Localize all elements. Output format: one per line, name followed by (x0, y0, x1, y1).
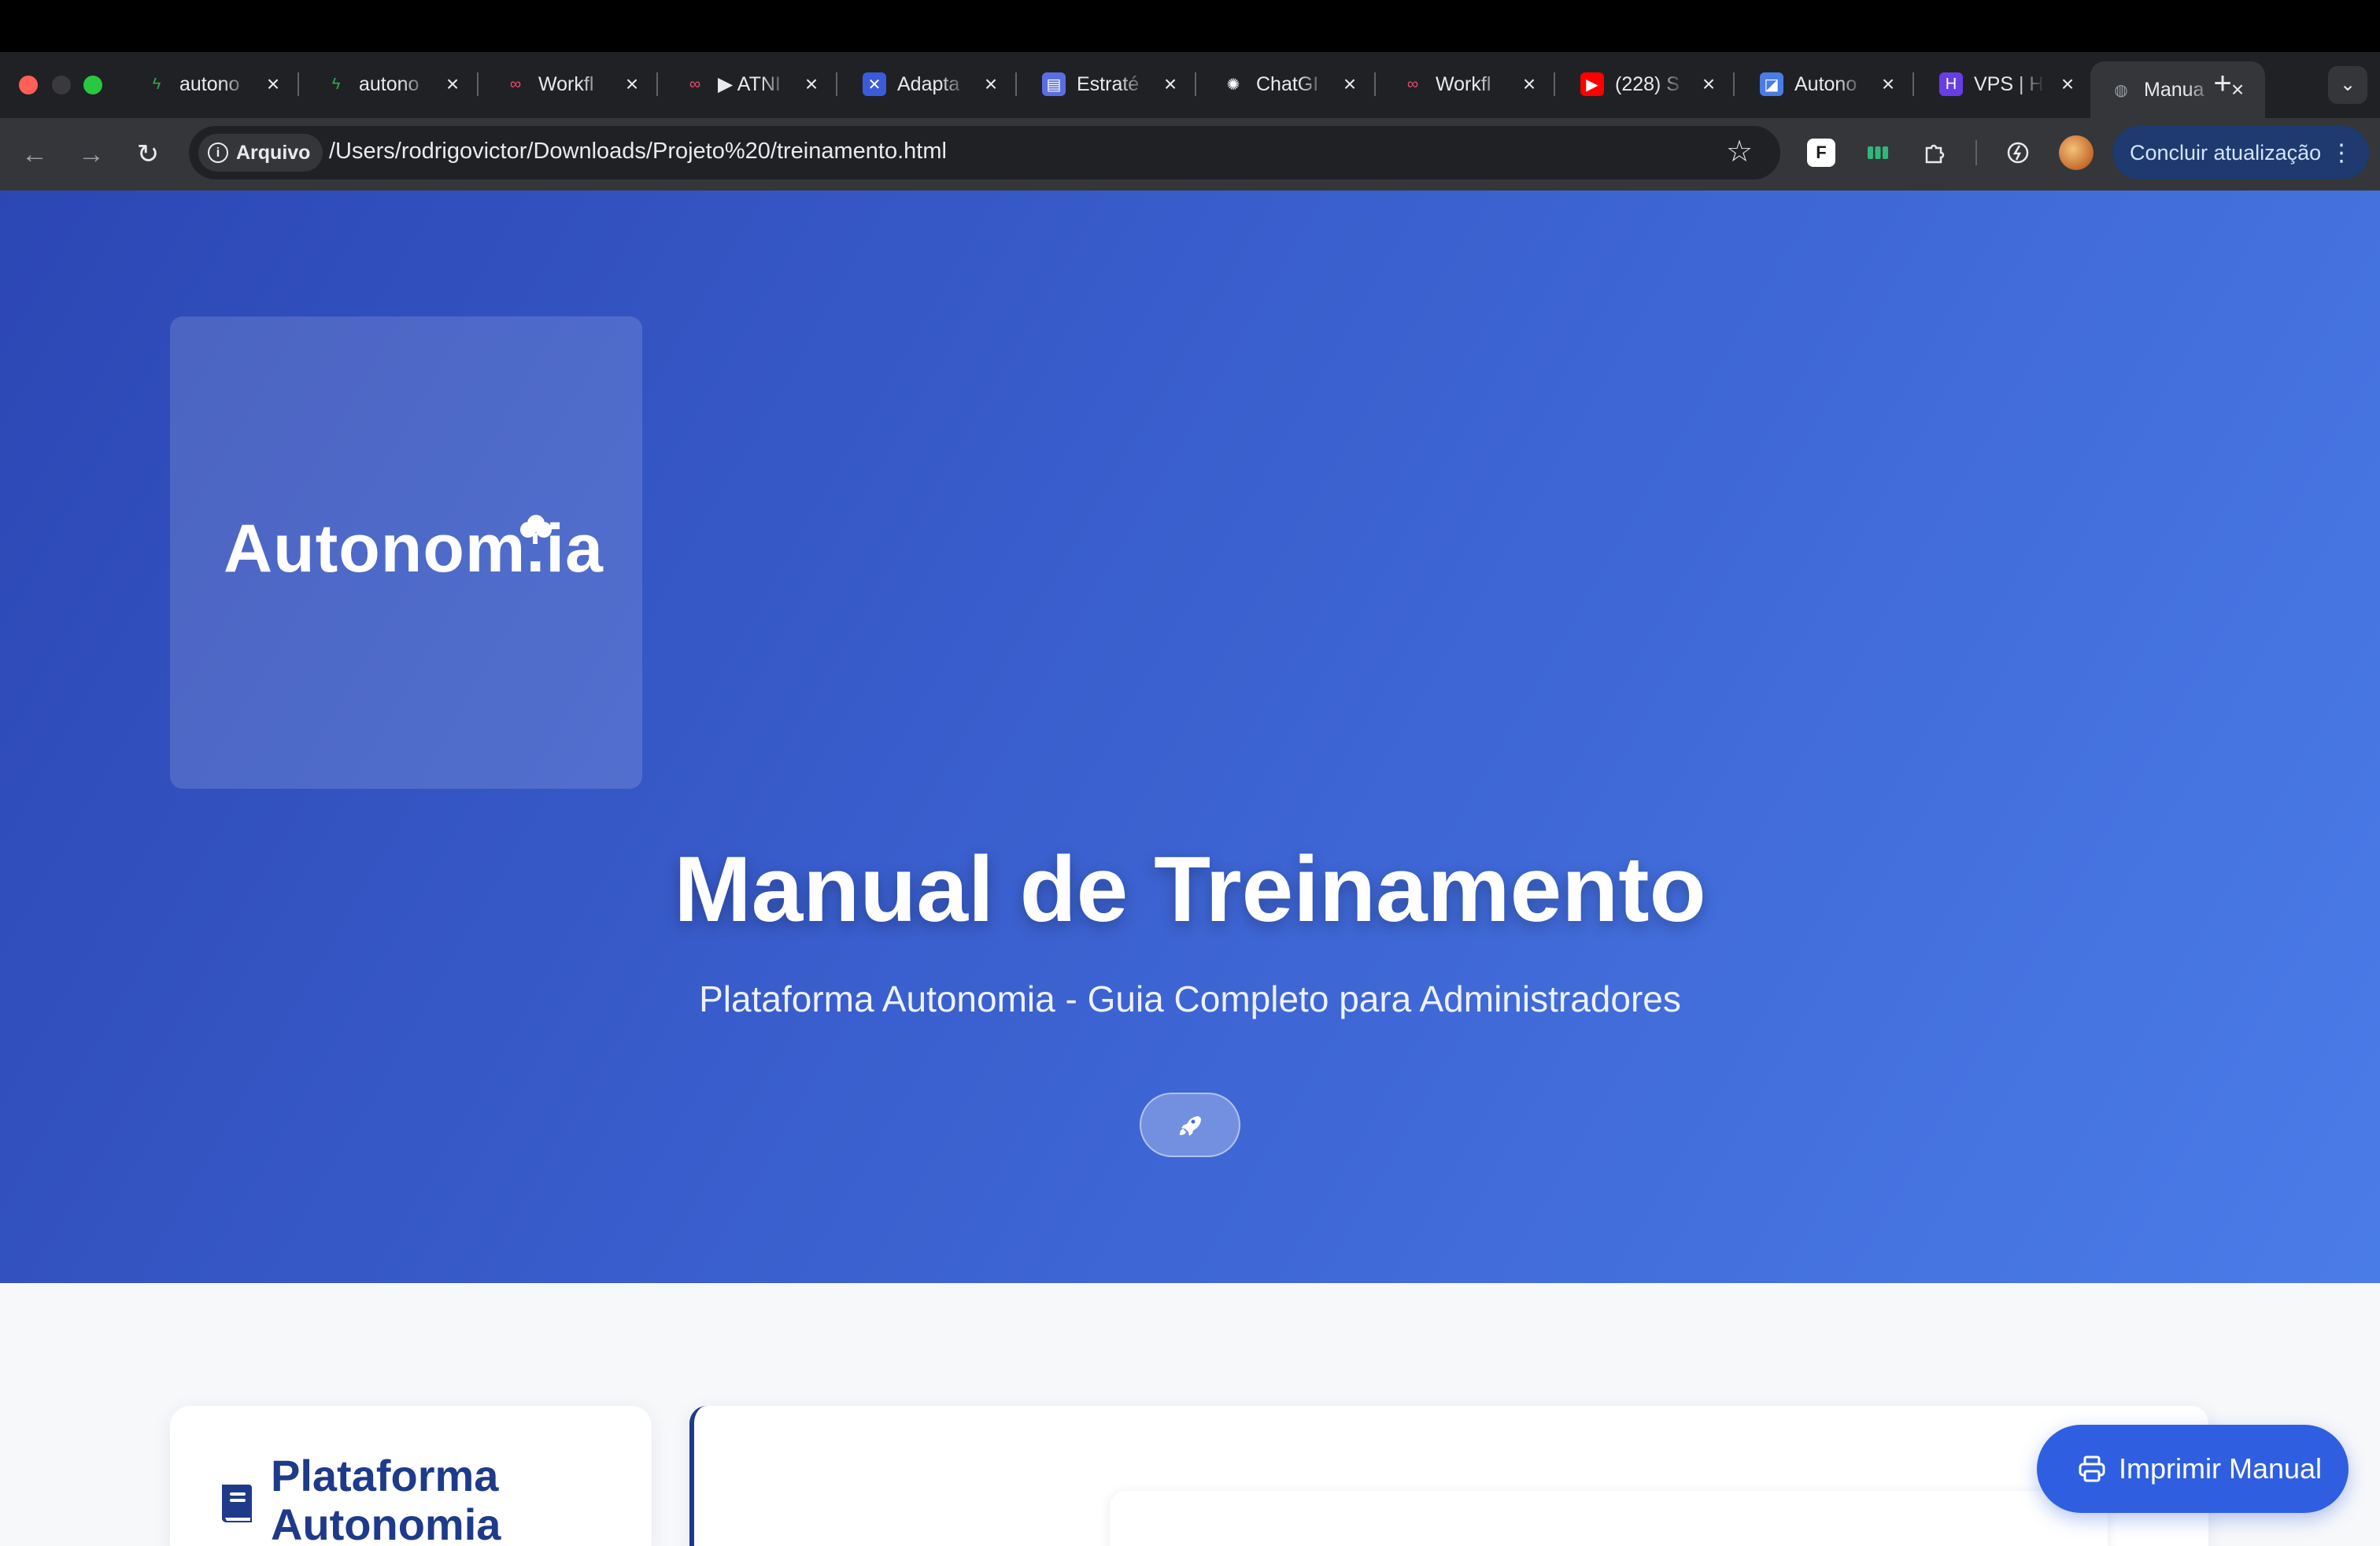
browser-tab[interactable]: ∞ Workfl × (485, 61, 650, 107)
tab-title: autono (359, 72, 419, 95)
tab-title: ▶ ATNI (718, 73, 781, 95)
tab-title: Adapta (897, 72, 960, 95)
update-button[interactable]: Concluir atualização ⋮ (2112, 126, 2369, 179)
book-icon (222, 1485, 252, 1523)
inner-card (1110, 1491, 2108, 1546)
close-tab-icon[interactable]: × (261, 72, 285, 97)
close-window-button[interactable] (19, 76, 38, 94)
close-tab-icon[interactable]: × (979, 72, 1003, 97)
rocket-badge[interactable] (1140, 1093, 1240, 1157)
tab-title: Autono (1794, 72, 1857, 95)
browser-tab[interactable]: ϟ autono × (126, 61, 291, 107)
bookmark-star-icon[interactable]: ☆ (1726, 134, 1753, 169)
info-icon: i (208, 142, 228, 163)
tab-title: ChatGI (1256, 72, 1319, 95)
close-tab-icon[interactable]: × (1338, 72, 1362, 97)
browser-tab[interactable]: ∞ Workfl × (1382, 61, 1547, 107)
browser-tab[interactable]: ϟ autono × (305, 61, 471, 107)
browser-tab[interactable]: ▶ (228) S × (1561, 61, 1727, 107)
app-icon: ◪ (1760, 72, 1783, 96)
site-info-label: Arquivo (236, 141, 311, 164)
n8n-icon: ∞ (1406, 75, 1419, 93)
browser-tab[interactable]: ✺ ChatGI × (1203, 61, 1368, 107)
back-button[interactable]: ← (16, 135, 54, 173)
tab-separator (1733, 72, 1735, 96)
close-tab-icon[interactable]: × (800, 72, 823, 97)
reload-button[interactable]: ↻ (129, 135, 167, 173)
browser-tab[interactable]: ▤ Estraté × (1023, 61, 1188, 107)
minimize-window-button[interactable] (52, 76, 71, 94)
tab-separator (656, 72, 658, 96)
print-manual-label: Imprimir Manual (2119, 1452, 2323, 1485)
doc-icon: ▤ (1042, 72, 1066, 96)
extension-bars-icon[interactable] (1864, 139, 1892, 167)
close-tab-icon[interactable]: × (2056, 72, 2079, 97)
tab-separator (298, 72, 299, 96)
tab-title: (228) S (1615, 72, 1680, 95)
tab-title: Workfl (538, 72, 594, 95)
globe-icon: ◍ (2114, 81, 2128, 99)
adapta-icon: ✕ (863, 72, 886, 96)
tab-title: VPS | H (1974, 72, 2044, 95)
tab-title: autono (179, 72, 240, 95)
tab-title: Manua (2144, 78, 2204, 101)
zoom-window-button[interactable] (83, 76, 102, 94)
close-tab-icon[interactable]: × (1159, 72, 1182, 97)
macos-menubar-area (0, 0, 2380, 52)
forward-button[interactable]: → (72, 135, 110, 173)
update-button-label: Concluir atualização (2130, 140, 2322, 165)
tab-separator (477, 72, 479, 96)
browser-tab[interactable]: H VPS | H × (1920, 61, 2086, 107)
site-info-chip[interactable]: i Arquivo (198, 134, 323, 172)
tab-separator (1554, 72, 1555, 96)
browser-tab[interactable]: ✕ Adapta × (844, 61, 1009, 107)
extension-f-icon[interactable]: F (1807, 139, 1835, 167)
n8n-icon: ∞ (689, 75, 701, 93)
printer-icon (2079, 1455, 2105, 1482)
performance-icon[interactable] (2004, 139, 2032, 167)
profile-avatar[interactable] (2059, 135, 2094, 170)
hostinger-icon: H (1939, 72, 1963, 96)
tab-separator (836, 72, 837, 96)
more-menu-icon[interactable]: ⋮ (2330, 139, 2353, 167)
tab-separator (1374, 72, 1376, 96)
close-tab-icon[interactable]: × (1517, 72, 1541, 97)
close-tab-icon[interactable]: × (620, 72, 644, 97)
openai-icon: ✺ (1221, 72, 1245, 96)
browser-tab[interactable]: ◪ Autono × (1741, 61, 1906, 107)
browser-tab[interactable]: ∞ ▶ ATNI × (664, 61, 830, 107)
bolt-icon: ϟ (152, 75, 161, 93)
url-text[interactable]: /Users/rodrigovictor/Downloads/Projeto%2… (329, 139, 947, 165)
logo-cloud-icon (520, 515, 552, 544)
bolt-icon: ϟ (331, 75, 341, 93)
tab-separator (1195, 72, 1196, 96)
close-tab-icon[interactable]: × (1876, 72, 1900, 97)
print-manual-button[interactable]: Imprimir Manual (2037, 1425, 2349, 1513)
new-tab-button[interactable]: + (2205, 66, 2240, 101)
page-title: Manual de Treinamento (674, 838, 1706, 941)
tab-separator (1913, 72, 1914, 96)
sidebar-title: Plataforma Autonomia (271, 1451, 501, 1546)
rocket-icon (1180, 1116, 1201, 1136)
tab-title: Estraté (1077, 72, 1140, 95)
n8n-icon: ∞ (509, 75, 522, 93)
tab-search-button[interactable]: ⌄ (2328, 66, 2367, 104)
tab-title: Workfl (1436, 72, 1491, 95)
page-subtitle: Plataforma Autonomia - Guia Completo par… (699, 978, 1681, 1019)
toolbar-divider (1975, 140, 1977, 165)
tab-separator (1015, 72, 1017, 96)
youtube-icon: ▶ (1580, 72, 1604, 96)
close-tab-icon[interactable]: × (441, 72, 464, 97)
close-tab-icon[interactable]: × (1697, 72, 1720, 97)
extensions-puzzle-icon[interactable] (1920, 139, 1949, 167)
